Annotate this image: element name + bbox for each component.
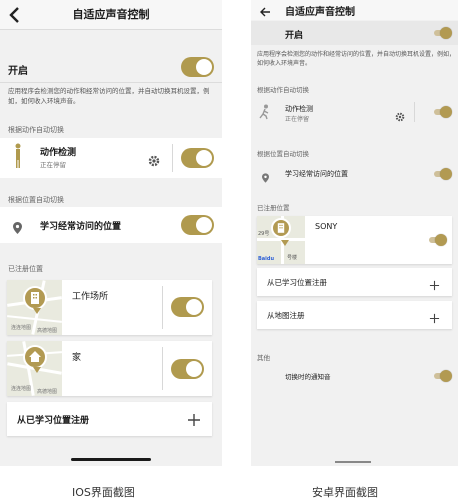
android-registered-place-card[interactable]: 29号 号楼 Baidu SONY [257, 216, 452, 264]
ios-top-bar: 自适应声音控制 [0, 0, 222, 30]
divider [0, 82, 222, 83]
ios-enable-label: 开启 [8, 66, 28, 77]
gear-icon[interactable] [148, 152, 160, 171]
android-place-name: SONY [315, 222, 338, 231]
android-top-bar: 自适应声音控制 [251, 0, 458, 20]
android-notification-sound-label: 切换时的通知音 [285, 373, 331, 381]
map-thumbnail: 连连地图 高德地图 [7, 280, 62, 335]
ios-learn-locations-toggle[interactable] [181, 215, 214, 235]
divider [162, 347, 163, 390]
building-pin-icon [23, 286, 47, 314]
ios-motion-row: 动作检测 正在停留 [0, 138, 222, 178]
android-register-from-map-button[interactable]: 从地图注册 [257, 301, 452, 329]
ios-motion-title: 动作检测 [40, 148, 77, 158]
android-section-registered: 已注册位置 [257, 204, 290, 212]
divider [414, 102, 415, 122]
ios-registered-place-card[interactable]: 连连地图 高德地图 工作场所 [7, 280, 212, 335]
android-description: 应用程序会检测您的动作和经常访问的位置，并自动切换耳机设置，例如，如何收入环境声… [257, 51, 456, 67]
android-section-other: 其他 [257, 354, 270, 362]
map-thumbnail: 29号 号楼 Baidu [257, 216, 305, 264]
android-register-from-map-label: 从地图注册 [267, 311, 305, 320]
ios-enable-toggle[interactable] [181, 57, 214, 77]
map-brand-label: 连连地图 [11, 325, 32, 331]
ios-learn-locations-row: 学习经常访问的位置 [0, 207, 222, 243]
back-arrow-icon[interactable] [259, 3, 271, 22]
android-learn-locations-label: 学习经常访问的位置 [285, 170, 348, 178]
ios-register-from-learned-button[interactable]: 从已学习位置注册 [7, 402, 212, 436]
android-motion-row: 动作检测 正在停留 [251, 96, 458, 128]
android-notification-sound-toggle[interactable] [434, 370, 452, 382]
map-tag-label: 高德地图 [37, 328, 58, 334]
gear-icon[interactable] [395, 107, 405, 126]
ios-motion-toggle[interactable] [181, 148, 214, 168]
map-tag-label: 高德地图 [37, 389, 58, 395]
plus-icon [187, 412, 201, 431]
nav-bar-indicator [335, 461, 371, 463]
ios-caption: IOS界面截图 [72, 486, 135, 499]
map-brand-label: 连连地图 [11, 386, 32, 392]
plus-icon [429, 276, 440, 295]
map-street-label: 号楼 [287, 255, 298, 261]
android-learn-locations-row: 学习经常访问的位置 [251, 162, 458, 186]
ios-screen: 自适应声音控制 开启 应用程序会检测您的动作和经常访问的位置，并自动切换耳机设置… [0, 0, 222, 466]
android-enable-toggle[interactable] [434, 27, 452, 39]
android-learn-locations-toggle[interactable] [434, 168, 452, 180]
ios-motion-status: 正在停留 [40, 161, 66, 169]
building-pin-icon [271, 218, 291, 246]
android-page-title: 自适应声音控制 [285, 7, 355, 18]
location-pin-icon [262, 168, 269, 187]
ios-place-toggle[interactable] [171, 297, 204, 317]
android-screen: 自适应声音控制 开启 应用程序会检测您的动作和经常访问的位置，并自动切换耳机设置… [251, 0, 458, 466]
home-indicator [71, 458, 151, 461]
ios-description: 应用程序会检测您的动作和经常访问的位置，并自动切换耳机设置，例如，如何收入环境声… [8, 87, 210, 105]
android-section-motion: 根据动作自动切换 [257, 86, 309, 94]
android-register-from-learned-button[interactable]: 从已学习位置注册 [257, 268, 452, 296]
android-motion-toggle[interactable] [434, 106, 452, 118]
divider [172, 144, 173, 172]
android-section-location: 根据位置自动切换 [257, 150, 309, 158]
ios-section-location: 根据位置自动切换 [8, 196, 64, 204]
android-place-toggle[interactable] [429, 234, 447, 246]
ios-registered-place-card[interactable]: 连连地图 高德地图 家 [7, 341, 212, 396]
location-pin-icon [13, 219, 22, 238]
android-motion-status: 正在停留 [285, 116, 310, 123]
android-notification-sound-row: 切换时的通知音 [251, 366, 458, 386]
android-enable-label: 开启 [285, 31, 304, 41]
android-register-from-learned-label: 从已学习位置注册 [267, 278, 327, 287]
ios-place-name: 家 [72, 353, 82, 363]
home-pin-icon [23, 345, 47, 373]
map-thumbnail: 连连地图 高德地图 [7, 341, 62, 396]
ios-register-from-learned-label: 从已学习位置注册 [17, 416, 90, 426]
android-caption: 安卓界面截图 [312, 486, 378, 499]
ios-place-toggle[interactable] [171, 359, 204, 379]
divider [162, 286, 163, 329]
walking-person-icon [257, 104, 273, 124]
android-motion-title: 动作检测 [285, 105, 313, 113]
ios-section-motion: 根据动作自动切换 [8, 126, 64, 134]
plus-icon [429, 309, 440, 328]
ios-page-title: 自适应声音控制 [72, 8, 150, 21]
standing-person-icon [12, 143, 24, 173]
android-enable-row: 开启 [251, 21, 458, 45]
ios-section-registered: 已注册位置 [8, 265, 43, 273]
ios-place-name: 工作场所 [72, 292, 109, 302]
map-brand-label: Baidu [258, 256, 275, 262]
ios-learn-locations-label: 学习经常访问的位置 [40, 222, 122, 232]
map-street-label: 29号 [258, 231, 270, 237]
